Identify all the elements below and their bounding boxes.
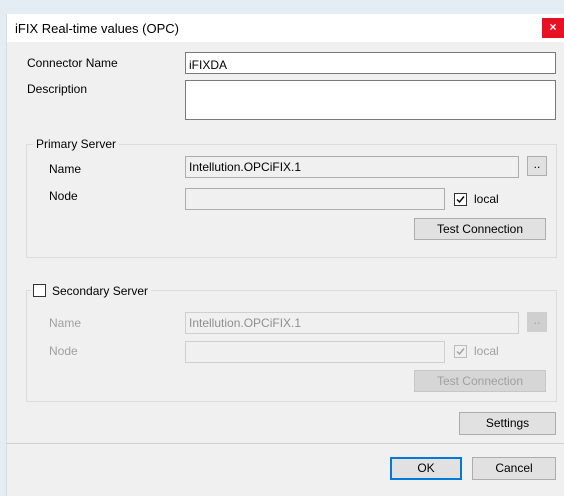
description-label: Description — [27, 82, 88, 96]
primary-local-checkbox[interactable] — [454, 193, 467, 206]
primary-server-legend: Primary Server — [33, 137, 120, 151]
connector-name-input[interactable] — [185, 52, 556, 74]
secondary-name-label: Name — [49, 316, 82, 330]
secondary-local-checkbox[interactable] — [454, 345, 467, 358]
settings-button[interactable]: Settings — [459, 412, 556, 435]
primary-name-field[interactable]: Intellution.OPCiFIX.1 — [185, 156, 519, 178]
secondary-test-connection-button[interactable]: Test Connection — [414, 370, 546, 392]
title-bar: iFIX Real-time values (OPC) × — [7, 14, 564, 42]
primary-name-label: Name — [49, 162, 82, 176]
secondary-node-field[interactable] — [185, 341, 445, 363]
secondary-enabled-checkbox[interactable] — [33, 284, 46, 297]
secondary-server-legend: Secondary Server — [31, 284, 152, 298]
connector-name-label: Connector Name — [27, 56, 118, 70]
checkmark-icon — [456, 348, 465, 356]
ok-button[interactable]: OK — [390, 457, 462, 480]
primary-node-label: Node — [49, 189, 78, 203]
footer-divider — [7, 443, 564, 444]
primary-test-connection-button[interactable]: Test Connection — [414, 218, 546, 240]
secondary-server-label: Secondary Server — [52, 284, 149, 298]
primary-local-label: local — [474, 192, 499, 206]
secondary-name-field[interactable]: Intellution.OPCiFIX.1 — [185, 312, 519, 334]
dialog-window: iFIX Real-time values (OPC) × Connector … — [6, 14, 564, 496]
description-input[interactable] — [185, 80, 556, 120]
primary-browse-button[interactable]: .. — [527, 156, 547, 176]
secondary-local-label: local — [474, 344, 499, 358]
cancel-button[interactable]: Cancel — [472, 457, 556, 480]
close-button[interactable]: × — [542, 18, 564, 38]
primary-node-field[interactable] — [185, 188, 445, 210]
window-title: iFIX Real-time values (OPC) — [15, 21, 179, 36]
secondary-browse-button[interactable]: .. — [527, 312, 547, 332]
checkmark-icon — [456, 196, 465, 204]
secondary-node-label: Node — [49, 344, 78, 358]
